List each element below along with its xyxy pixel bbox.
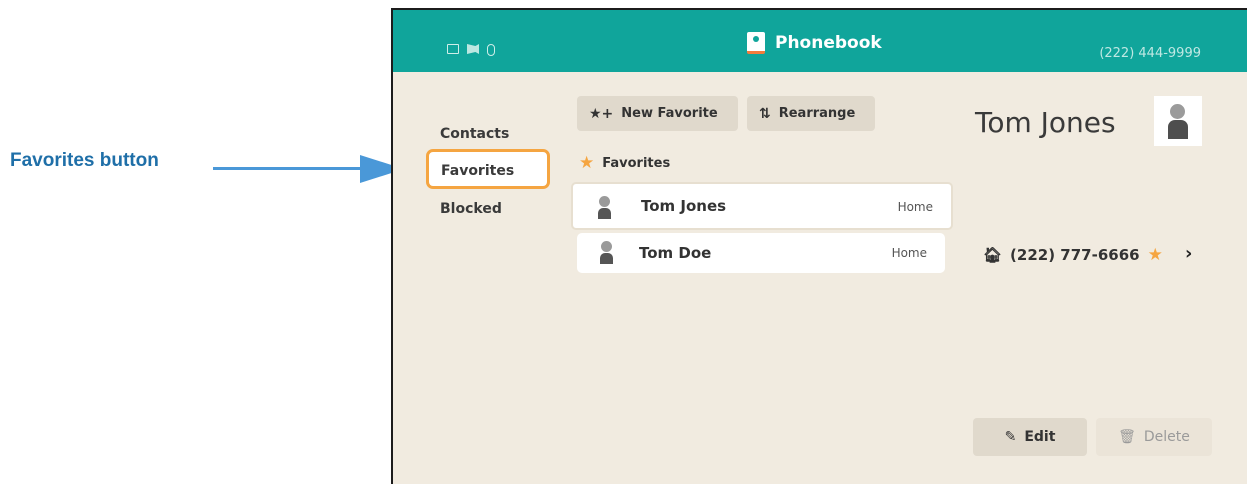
status-icons — [447, 44, 495, 56]
rearrange-label: Rearrange — [778, 106, 856, 121]
sidebar-item-contacts[interactable]: Contacts — [440, 126, 509, 142]
contact-name: Tom Doe — [639, 244, 712, 262]
avatar-icon — [597, 196, 611, 219]
message-icon — [447, 44, 459, 54]
avatar-icon — [599, 241, 613, 264]
callout-label: Favorites button — [10, 150, 159, 171]
star-icon: ★ — [579, 153, 595, 173]
chevron-right-icon[interactable]: › — [1185, 243, 1192, 264]
phonebook-screen: Phonebook (222) 444-9999 Contacts Favori… — [391, 8, 1247, 484]
edit-label: Edit — [1024, 429, 1056, 445]
new-favorite-label: New Favorite — [621, 106, 718, 121]
contact-number-type: Home — [897, 200, 933, 214]
phonebook-icon — [747, 32, 765, 54]
pencil-icon: ✎ — [1004, 429, 1017, 445]
new-favorite-button[interactable]: ★+ New Favorite — [577, 96, 738, 131]
star-plus-icon: ★+ — [589, 105, 614, 122]
favorites-header-label: Favorites — [602, 155, 671, 171]
delete-button[interactable]: 🗑︎ Delete — [1096, 418, 1212, 456]
sidebar-item-blocked[interactable]: Blocked — [440, 201, 502, 217]
microphone-icon — [487, 44, 495, 56]
callout-line — [213, 167, 365, 170]
app-title: Phonebook — [747, 32, 882, 54]
detail-contact-name: Tom Jones — [975, 106, 1116, 139]
contact-number-type: Home — [891, 246, 927, 260]
contact-name: Tom Jones — [641, 197, 727, 215]
delete-label: Delete — [1143, 429, 1190, 445]
own-phone-number: (222) 444-9999 — [1099, 46, 1201, 61]
favorite-star-icon: ★ — [1147, 245, 1163, 265]
favorites-section-header: ★ Favorites — [579, 153, 670, 173]
contact-photo-avatar — [1154, 96, 1202, 146]
video-off-icon — [467, 44, 479, 54]
rearrange-icon: ⇅ — [759, 105, 771, 122]
edit-button[interactable]: ✎ Edit — [973, 418, 1087, 456]
list-item[interactable]: Tom Doe Home — [577, 233, 945, 273]
trash-icon: 🗑︎ — [1118, 429, 1136, 445]
sidebar-item-favorites[interactable]: Favorites — [426, 149, 550, 189]
detail-phone-number: (222) 777-6666 — [1010, 246, 1140, 264]
list-item[interactable]: Tom Jones Home — [571, 182, 953, 230]
home-icon: 🏠︎ — [983, 246, 1003, 264]
rearrange-button[interactable]: ⇅ Rearrange — [747, 96, 875, 131]
top-bar: Phonebook (222) 444-9999 — [393, 10, 1247, 72]
detail-phone-row[interactable]: 🏠︎ (222) 777-6666 ★ — [983, 245, 1163, 265]
app-title-text: Phonebook — [775, 33, 882, 53]
